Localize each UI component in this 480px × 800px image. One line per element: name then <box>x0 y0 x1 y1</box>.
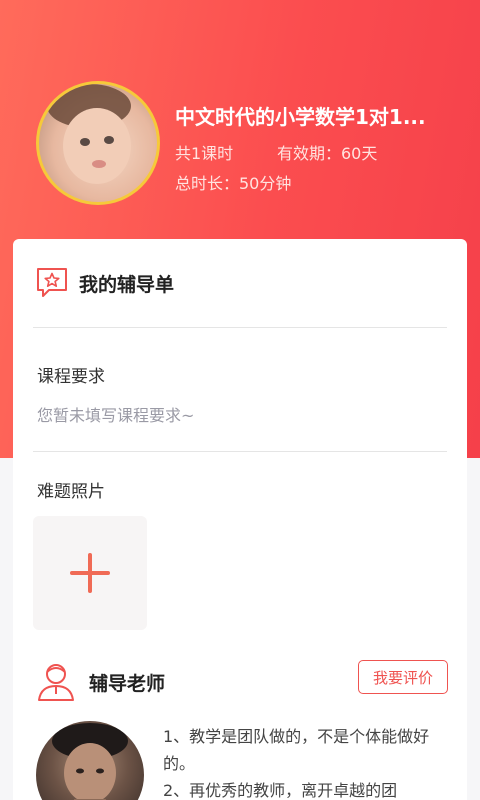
teacher-description: 1、教学是团队做的，不是个体能做好的。 2、再优秀的教师，离开卓越的团 <box>163 723 453 800</box>
star-chat-icon <box>35 266 69 300</box>
course-title: 中文时代的小学数学1对1... <box>175 105 426 129</box>
course-duration: 总时长：50分钟 <box>175 174 292 193</box>
teacher-title: 辅导老师 <box>89 672 166 695</box>
course-avatar <box>39 84 157 202</box>
teacher-avatar <box>36 721 144 800</box>
teacher-header: 辅导老师 <box>37 662 165 702</box>
teacher-description-line: 2、再优秀的教师，离开卓越的团 <box>163 781 398 800</box>
requirement-label: 课程要求 <box>37 367 105 387</box>
tutoring-sheet-header: 我的辅导单 <box>35 266 174 300</box>
divider <box>33 451 447 452</box>
divider <box>33 327 447 328</box>
rate-button[interactable]: 我要评价 <box>358 660 448 694</box>
teacher-description-line: 1、教学是团队做的，不是个体能做好的。 <box>163 727 430 773</box>
tutoring-card: 我的辅导单 课程要求 您暂未填写课程要求~ 难题照片 辅导老师 我要评价 1、教… <box>13 239 467 800</box>
photos-label: 难题照片 <box>37 482 105 502</box>
course-validity: 有效期：60天 <box>277 144 378 163</box>
tutoring-sheet-title: 我的辅导单 <box>79 273 175 296</box>
course-lessons: 共1课时 <box>175 144 234 163</box>
course-avatar-ring <box>36 81 160 205</box>
teacher-person-icon <box>37 662 75 702</box>
requirement-input[interactable]: 您暂未填写课程要求~ <box>37 402 194 426</box>
add-photo-button[interactable] <box>33 516 147 630</box>
